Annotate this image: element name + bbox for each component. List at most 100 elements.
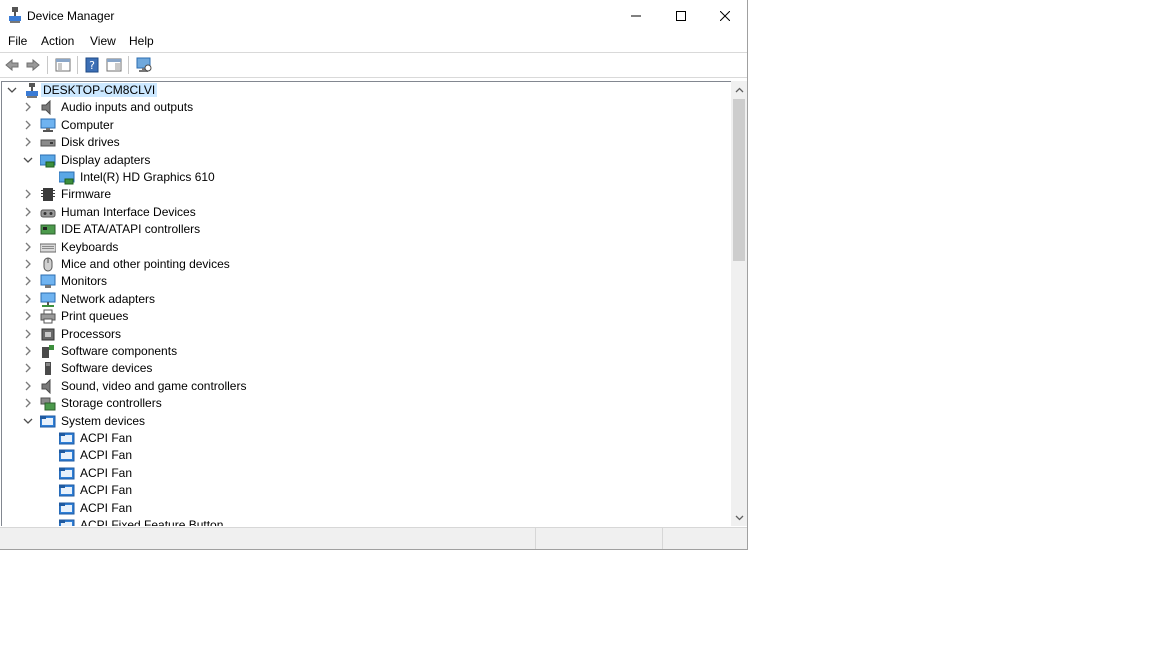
chevron-down-icon[interactable] (6, 84, 18, 96)
network-adapter-icon (40, 292, 56, 307)
tree-category-row[interactable]: Storage controllers (2, 395, 730, 412)
chevron-right-icon[interactable] (22, 188, 34, 200)
tree-category-row[interactable]: Firmware (2, 186, 730, 203)
tree-category-row[interactable]: System devices (2, 413, 730, 430)
show-hide-console-tree-icon[interactable] (55, 57, 71, 73)
chevron-right-icon[interactable] (22, 258, 34, 270)
tree-category-row-label: System devices (61, 414, 146, 428)
chevron-right-icon[interactable] (22, 328, 34, 340)
chevron-right-icon[interactable] (22, 241, 34, 253)
tree-category-row[interactable]: Computer (2, 117, 730, 134)
tree-device-row[interactable]: ACPI Fan (2, 465, 730, 482)
tree-category-row[interactable]: Software components (2, 343, 730, 360)
software-device-icon (45, 362, 51, 375)
chevron-down-icon[interactable] (22, 415, 34, 427)
back-icon[interactable] (4, 57, 20, 73)
menu-bar: File Action View Help (0, 31, 747, 51)
scrollbar-thumb[interactable] (733, 99, 745, 261)
close-button[interactable] (702, 0, 748, 31)
system-folder-icon (40, 415, 56, 428)
toolbar: ? (0, 52, 747, 78)
device-tree: DESKTOP-CM8CLVI Audio inputs and outputs… (1, 81, 731, 526)
processor-icon (41, 328, 55, 341)
maximize-button[interactable] (658, 0, 704, 31)
mouse-icon (43, 257, 53, 272)
tree-category-row[interactable]: Disk drives (2, 134, 730, 151)
device-manager-window: Device Manager File Action View Help ? D… (0, 0, 748, 550)
chevron-right-icon[interactable] (22, 206, 34, 218)
tree-device-row[interactable]: ACPI Fan (2, 482, 730, 499)
tree-device-row[interactable]: ACPI Fan (2, 430, 730, 447)
system-folder-icon (59, 519, 75, 526)
tree-category-row[interactable]: Human Interface Devices (2, 204, 730, 221)
chevron-right-icon[interactable] (22, 293, 34, 305)
menu-help[interactable]: Help (129, 34, 154, 48)
properties-icon[interactable] (106, 57, 122, 73)
tree-category-row[interactable]: Sound, video and game controllers (2, 378, 730, 395)
tree-category-row[interactable]: Display adapters (2, 152, 730, 169)
tree-device-row-label: ACPI Fan (80, 466, 133, 480)
tree-category-row-label: Sound, video and game controllers (61, 379, 247, 393)
menu-action[interactable]: Action (41, 34, 74, 48)
tree-category-row[interactable]: Audio inputs and outputs (2, 99, 730, 116)
svg-text:?: ? (89, 59, 95, 72)
maximize-icon (676, 10, 686, 21)
tree-category-row-label: Display adapters (61, 153, 151, 167)
computer-device-manager-icon (26, 83, 38, 98)
tree-category-row[interactable]: IDE ATA/ATAPI controllers (2, 221, 730, 238)
chevron-right-icon[interactable] (22, 275, 34, 287)
system-folder-icon (59, 502, 75, 515)
tree-category-row[interactable]: Monitors (2, 273, 730, 290)
device-manager-app-icon (9, 7, 21, 23)
tree-device-row-label: ACPI Fan (80, 448, 133, 462)
chevron-right-icon[interactable] (22, 380, 34, 392)
title-bar[interactable]: Device Manager (0, 0, 747, 31)
tree-category-row[interactable]: Print queues (2, 308, 730, 325)
chevron-right-icon[interactable] (22, 397, 34, 409)
chevron-right-icon[interactable] (22, 223, 34, 235)
menu-file[interactable]: File (8, 34, 27, 48)
software-component-icon (42, 345, 54, 358)
tree-category-row[interactable]: Mice and other pointing devices (2, 256, 730, 273)
vertical-scrollbar[interactable] (731, 81, 747, 526)
display-adapter-icon (59, 171, 75, 185)
chevron-down-icon[interactable] (22, 154, 34, 166)
help-icon[interactable]: ? (84, 57, 100, 73)
tree-device-row-label: Intel(R) HD Graphics 610 (80, 170, 215, 184)
tree-category-row[interactable]: Keyboards (2, 239, 730, 256)
tree-device-row[interactable]: ACPI Fan (2, 500, 730, 517)
tree-root-row[interactable]: DESKTOP-CM8CLVI (2, 82, 730, 99)
chevron-up-icon (735, 87, 743, 92)
toolbar-separator (47, 56, 48, 74)
speaker-icon (41, 100, 51, 115)
chevron-right-icon[interactable] (22, 119, 34, 131)
tree-category-row-label: Disk drives (61, 135, 120, 149)
menu-view[interactable]: View (90, 34, 116, 48)
forward-icon[interactable] (25, 57, 41, 73)
tree-device-row[interactable]: ACPI Fan (2, 447, 730, 464)
tree-category-row-label: Network adapters (61, 292, 156, 306)
tree-device-row-label: ACPI Fixed Feature Button (80, 518, 224, 526)
tree-device-row-label: ACPI Fan (80, 431, 133, 445)
chevron-right-icon[interactable] (22, 310, 34, 322)
scroll-up-button[interactable] (731, 81, 747, 98)
speaker-icon (41, 379, 51, 394)
chevron-right-icon[interactable] (22, 362, 34, 374)
tree-category-row[interactable]: Processors (2, 326, 730, 343)
scroll-down-button[interactable] (731, 509, 747, 526)
tree-category-row-label: Firmware (61, 187, 111, 201)
scan-for-hardware-changes-icon[interactable] (136, 57, 152, 73)
chip-icon (41, 188, 55, 201)
chevron-right-icon[interactable] (22, 101, 34, 113)
tree-device-row[interactable]: ACPI Fixed Feature Button (2, 517, 730, 526)
tree-category-row-label: Processors (61, 327, 122, 341)
chevron-right-icon[interactable] (22, 345, 34, 357)
toolbar-separator (77, 56, 78, 74)
chevron-right-icon[interactable] (22, 136, 34, 148)
tree-category-row[interactable]: Software devices (2, 360, 730, 377)
tree-category-row[interactable]: Network adapters (2, 291, 730, 308)
tree-device-row[interactable]: Intel(R) HD Graphics 610 (2, 169, 730, 186)
tree-category-row-label: Computer (61, 118, 114, 132)
minimize-button[interactable] (613, 0, 659, 31)
computer-icon (40, 118, 56, 132)
